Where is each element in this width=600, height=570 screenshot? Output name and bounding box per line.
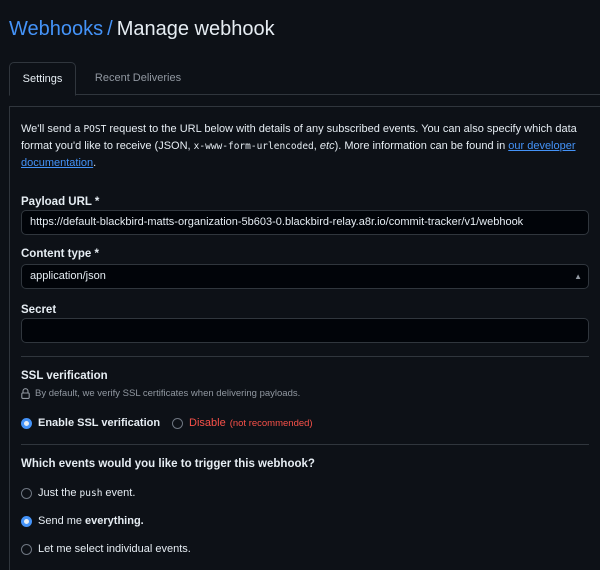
- event-select-radio[interactable]: [21, 543, 32, 555]
- push-code: push: [79, 487, 103, 499]
- secret-input[interactable]: [21, 318, 589, 343]
- etc-text: etc: [319, 140, 335, 152]
- events-heading: Which events would you like to trigger t…: [21, 458, 315, 470]
- ssl-disable-note: (not recommended): [229, 417, 313, 429]
- event-everything-bold[interactable]: everything.: [85, 515, 144, 527]
- tab-recent-deliveries[interactable]: Recent Deliveries: [88, 62, 188, 96]
- ssl-enable-option[interactable]: Enable SSL verification: [21, 417, 160, 429]
- ssl-enable-label[interactable]: Enable SSL verification: [38, 417, 160, 429]
- page-title: Webhooks / Manage webhook: [9, 16, 275, 42]
- ssl-enable-radio[interactable]: [21, 417, 32, 429]
- event-everything-radio[interactable]: [21, 515, 32, 527]
- ssl-heading: SSL verification: [21, 370, 108, 382]
- encoding-code: x-www-form-urlencoded: [193, 141, 314, 152]
- select-arrows-icon: ▲: [574, 272, 582, 281]
- intro-text: We'll send a POST request to the URL bel…: [21, 121, 589, 171]
- divider: [21, 356, 589, 357]
- event-everything-option[interactable]: Send me everything.: [21, 515, 144, 527]
- content-type-select[interactable]: application/json ▲: [21, 264, 589, 289]
- secret-label: Secret: [21, 304, 57, 316]
- intro-part: We'll send a: [21, 123, 84, 135]
- breadcrumb-separator: /: [107, 18, 113, 40]
- lock-icon: [21, 388, 30, 399]
- event-push-prefix[interactable]: Just the: [38, 487, 77, 499]
- event-push-suffix[interactable]: event.: [105, 487, 135, 499]
- ssl-hint-text: By default, we verify SSL certificates w…: [35, 388, 301, 399]
- intro-part: .: [93, 157, 97, 169]
- ssl-hint: By default, we verify SSL certificates w…: [21, 388, 300, 399]
- breadcrumb-webhooks-link[interactable]: Webhooks: [9, 18, 103, 40]
- payload-url-input[interactable]: https://default-blackbird-matts-organiza…: [21, 210, 589, 235]
- breadcrumb-current: Manage webhook: [116, 18, 275, 40]
- tab-settings[interactable]: Settings: [9, 62, 76, 96]
- event-select-option[interactable]: Let me select individual events.: [21, 543, 191, 555]
- content-type-value: application/json: [30, 270, 106, 282]
- ssl-disable-radio[interactable]: [172, 417, 183, 429]
- event-push-option[interactable]: Just the push event.: [21, 487, 135, 499]
- intro-part: ). More information can be found in: [334, 140, 509, 152]
- post-method-code: POST: [83, 124, 107, 135]
- event-everything-prefix[interactable]: Send me: [38, 515, 82, 527]
- ssl-disable-label[interactable]: Disable: [189, 417, 226, 429]
- ssl-disable-option[interactable]: Disable (not recommended): [172, 417, 313, 429]
- divider: [21, 444, 589, 445]
- content-type-label: Content type *: [21, 248, 99, 260]
- event-push-radio[interactable]: [21, 487, 32, 499]
- event-select-label[interactable]: Let me select individual events.: [38, 543, 191, 555]
- tab-bar: Settings Recent Deliveries: [9, 62, 600, 96]
- payload-url-label: Payload URL *: [21, 196, 100, 208]
